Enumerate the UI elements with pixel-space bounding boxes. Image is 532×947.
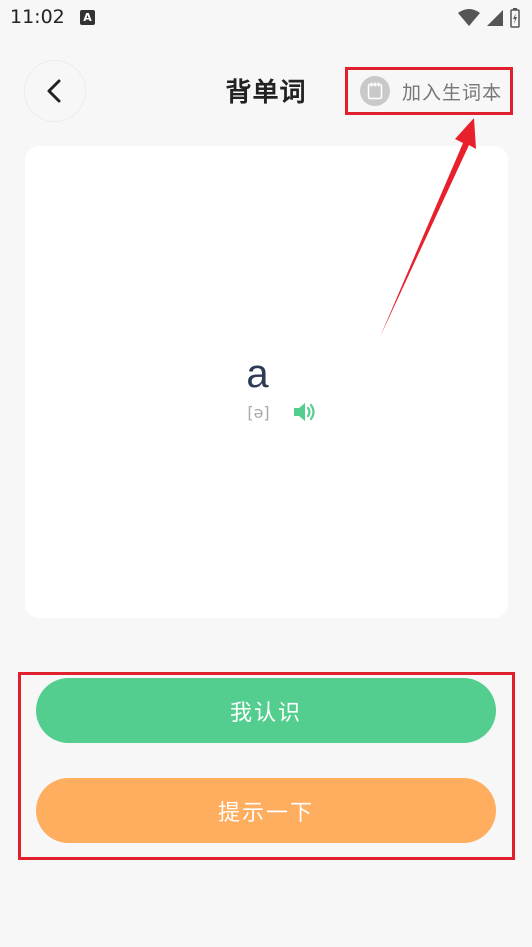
add-to-wordbook-label: 加入生词本 — [402, 81, 503, 104]
phonetic-text: [ə] — [247, 402, 270, 422]
status-time: 11:02 — [10, 6, 65, 28]
status-icons — [458, 7, 520, 29]
notebook-icon — [360, 76, 390, 106]
phonetic-row: [ə] — [25, 400, 508, 424]
screen: 11:02 A 背单词 加入生词本 a [ə] 我认识 提示一下 — [0, 0, 532, 947]
speaker-icon[interactable] — [292, 400, 320, 424]
word-text: a — [246, 352, 269, 396]
page-title: 背单词 — [225, 78, 307, 108]
i-know-button[interactable]: 我认识 — [36, 678, 496, 743]
wifi-icon — [458, 9, 480, 26]
a-icon: A — [80, 10, 95, 25]
battery-charging-icon — [510, 8, 520, 28]
add-to-wordbook-button[interactable]: 加入生词本 — [345, 67, 513, 115]
word-card: a [ə] — [25, 146, 508, 618]
chevron-left-icon — [47, 79, 61, 103]
back-button[interactable] — [24, 60, 86, 122]
hint-button[interactable]: 提示一下 — [36, 778, 496, 843]
status-bar: 11:02 A — [0, 0, 532, 36]
signal-icon — [487, 10, 503, 26]
